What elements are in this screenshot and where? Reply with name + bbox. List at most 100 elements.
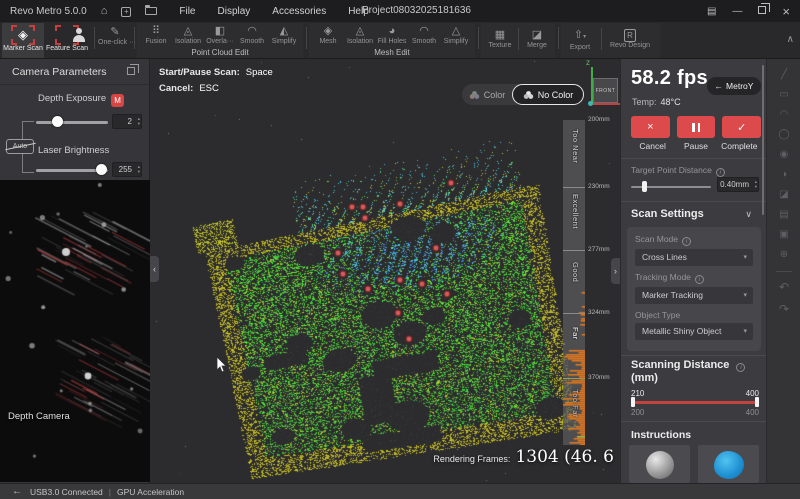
object-type-label: Object Type — [635, 310, 753, 320]
laser-brightness-value[interactable]: 255▴▾ — [112, 162, 142, 177]
laser-brightness-slider[interactable] — [36, 163, 108, 177]
gpu-status: GPU Acceleration — [117, 487, 184, 497]
fusion-icon: ⠿ — [139, 25, 173, 38]
scanning-distance-range-slider[interactable]: 210 400 200 400 — [631, 389, 759, 415]
open-folder-icon[interactable] — [145, 5, 157, 18]
simplify-button[interactable]: ◭Simplify — [267, 25, 301, 45]
layout-settings-icon[interactable]: ▤ — [707, 6, 716, 17]
slider-thumb[interactable] — [96, 164, 107, 175]
right-panel-expand-chevron[interactable]: › — [611, 258, 620, 284]
scan-mode-dropdown[interactable]: Cross Lines▾ — [635, 249, 753, 266]
temperature-readout: Temp:48°C — [632, 97, 681, 107]
scan-viewport[interactable]: Start/Pause Scan:Space Cancel:ESC Color … — [150, 59, 620, 483]
flatten-icon[interactable]: ▤ — [767, 209, 800, 221]
fill-holes-button[interactable]: ◕Fill Holes — [375, 25, 409, 45]
color-icon — [469, 90, 480, 100]
color-toggle[interactable]: Color No Color — [462, 84, 584, 105]
mesh-isolation-button[interactable]: ◬Isolation — [343, 25, 377, 45]
close-button[interactable]: × — [782, 4, 790, 19]
one-click-button[interactable]: ✎ One-click ··· — [98, 26, 132, 46]
feature-scan-button[interactable]: Feature Scan — [46, 23, 88, 58]
mesh-smooth-button[interactable]: ◠Smooth — [407, 25, 441, 45]
mesh-simplify-button[interactable]: △Simplify — [439, 25, 473, 45]
toolbar-separator — [134, 27, 135, 49]
no-color-option[interactable]: No Color — [512, 84, 584, 105]
object-type-dropdown[interactable]: Metallic Shiny Object▾ — [635, 323, 753, 340]
scan-control-labels: Cancel Pause Complete — [631, 141, 761, 151]
fill-holes-icon: ◕ — [375, 25, 409, 38]
range-max-label: 400 — [746, 408, 759, 417]
tracking-mode-dropdown[interactable]: Marker Tracking▾ — [635, 287, 753, 304]
smooth-button[interactable]: ◠Smooth — [235, 25, 269, 45]
instruction-image-gray-object[interactable] — [629, 445, 690, 483]
mesh-edit-group: ◈Mesh ◬Isolation ◕Fill Holes ◠Smooth △Si… — [309, 23, 475, 58]
mesh-button[interactable]: ◈Mesh — [311, 25, 345, 45]
metroy-button[interactable]: ← MetroY — [707, 77, 761, 95]
toolbar-separator — [306, 27, 307, 49]
front-view-cube[interactable]: FRONT — [593, 78, 618, 103]
info-icon[interactable]: i — [695, 275, 704, 284]
info-icon[interactable]: i — [682, 237, 691, 246]
color-option[interactable]: Color — [462, 90, 512, 100]
menu-accessories[interactable]: Accessories — [272, 6, 326, 17]
crop-plane-icon[interactable]: ◪ — [767, 189, 800, 201]
toolbar-collapse-chevron[interactable]: ∧ — [787, 34, 794, 45]
polygon-select-icon[interactable]: ◯ — [767, 129, 800, 141]
menu-display[interactable]: Display — [218, 6, 251, 17]
instruction-image-blue-object[interactable] — [698, 445, 759, 483]
undo-icon[interactable]: ↶ — [767, 281, 800, 293]
left-panel-collapse-chevron[interactable]: ‹ — [150, 256, 159, 282]
depth-exposure-slider[interactable] — [36, 115, 108, 129]
export-icon: ⇧▾ — [563, 29, 597, 44]
new-project-icon[interactable]: + — [121, 6, 131, 17]
info-icon[interactable]: i — [716, 168, 725, 177]
maximize-button[interactable] — [758, 6, 766, 17]
slider-thumb[interactable] — [52, 116, 63, 127]
check-icon: ✓ — [737, 121, 746, 134]
invert-select-icon[interactable]: ◑ — [767, 169, 800, 181]
sphere-select-icon[interactable]: ◉ — [767, 149, 800, 161]
point-cloud-edit-group: ⠿Fusion ◬Isolation ◧Overla··· ◠Smooth ◭S… — [137, 23, 303, 58]
manual-badge[interactable]: M — [111, 94, 124, 107]
stamp-tool-icon[interactable]: ⊕ — [767, 249, 800, 261]
scan-control-panel: 58.2 fps ← MetroY Temp:48°C × ✓ Cancel P… — [620, 59, 766, 483]
range-handle-high[interactable] — [755, 397, 759, 407]
status-bar: ← USB3.0 Connected | GPU Acceleration — [0, 483, 800, 499]
overlap-button[interactable]: ◧Overla··· — [203, 25, 237, 45]
lasso-select-icon[interactable]: ◠ — [767, 109, 800, 121]
app-title: Revo Metro 5.0.0 — [10, 6, 87, 17]
pen-select-icon[interactable]: ╱ — [767, 69, 800, 81]
depth-exposure-value[interactable]: 2▴▾ — [112, 114, 142, 129]
isolation-button[interactable]: ◬Isolation — [171, 25, 205, 45]
duplicate-icon[interactable]: ▣ — [767, 229, 800, 241]
app-window: Revo Metro 5.0.0 ⌂ + File Display Access… — [0, 0, 800, 499]
popout-icon[interactable] — [127, 67, 135, 75]
texture-button[interactable]: ▦Texture — [483, 29, 517, 49]
right-panel-scrollbar[interactable] — [762, 65, 764, 215]
slider-thumb[interactable] — [642, 181, 647, 192]
scale-segment-good: Good — [566, 262, 580, 282]
scanning-distance-label: Scanning Distance i (mm) — [631, 359, 745, 385]
marker-scan-button[interactable]: ◈ Marker Scan — [2, 23, 44, 58]
scan-settings-card: Scan Modei Cross Lines▾ Tracking Modei M… — [627, 227, 761, 351]
export-button[interactable]: ⇧▾Export — [563, 29, 597, 51]
merge-button[interactable]: ◪Merge — [520, 29, 554, 49]
range-handle-low[interactable] — [631, 397, 635, 407]
cancel-scan-button[interactable]: × — [631, 116, 670, 138]
usb-icon: ← — [12, 486, 22, 497]
pause-scan-button[interactable] — [677, 116, 716, 138]
fusion-button[interactable]: ⠿Fusion — [139, 25, 173, 45]
rect-select-icon[interactable]: ▭ — [767, 89, 800, 101]
toolbar-separator — [558, 27, 559, 49]
auto-disabled-icon[interactable]: Auto — [6, 139, 34, 154]
point-cloud-canvas[interactable] — [150, 59, 620, 483]
home-icon[interactable]: ⌂ — [101, 6, 108, 17]
menu-file[interactable]: File — [179, 6, 195, 17]
target-point-distance-value[interactable]: 0.40mm▴▾ — [717, 177, 759, 192]
info-icon[interactable]: i — [736, 363, 745, 372]
complete-scan-button[interactable]: ✓ — [722, 116, 761, 138]
minimize-button[interactable]: — — [732, 6, 742, 17]
redo-icon[interactable]: ↷ — [767, 303, 800, 315]
scan-settings-collapse-chevron[interactable]: ∨ — [745, 209, 752, 220]
revo-design-button[interactable]: RRevo Design — [605, 29, 655, 49]
